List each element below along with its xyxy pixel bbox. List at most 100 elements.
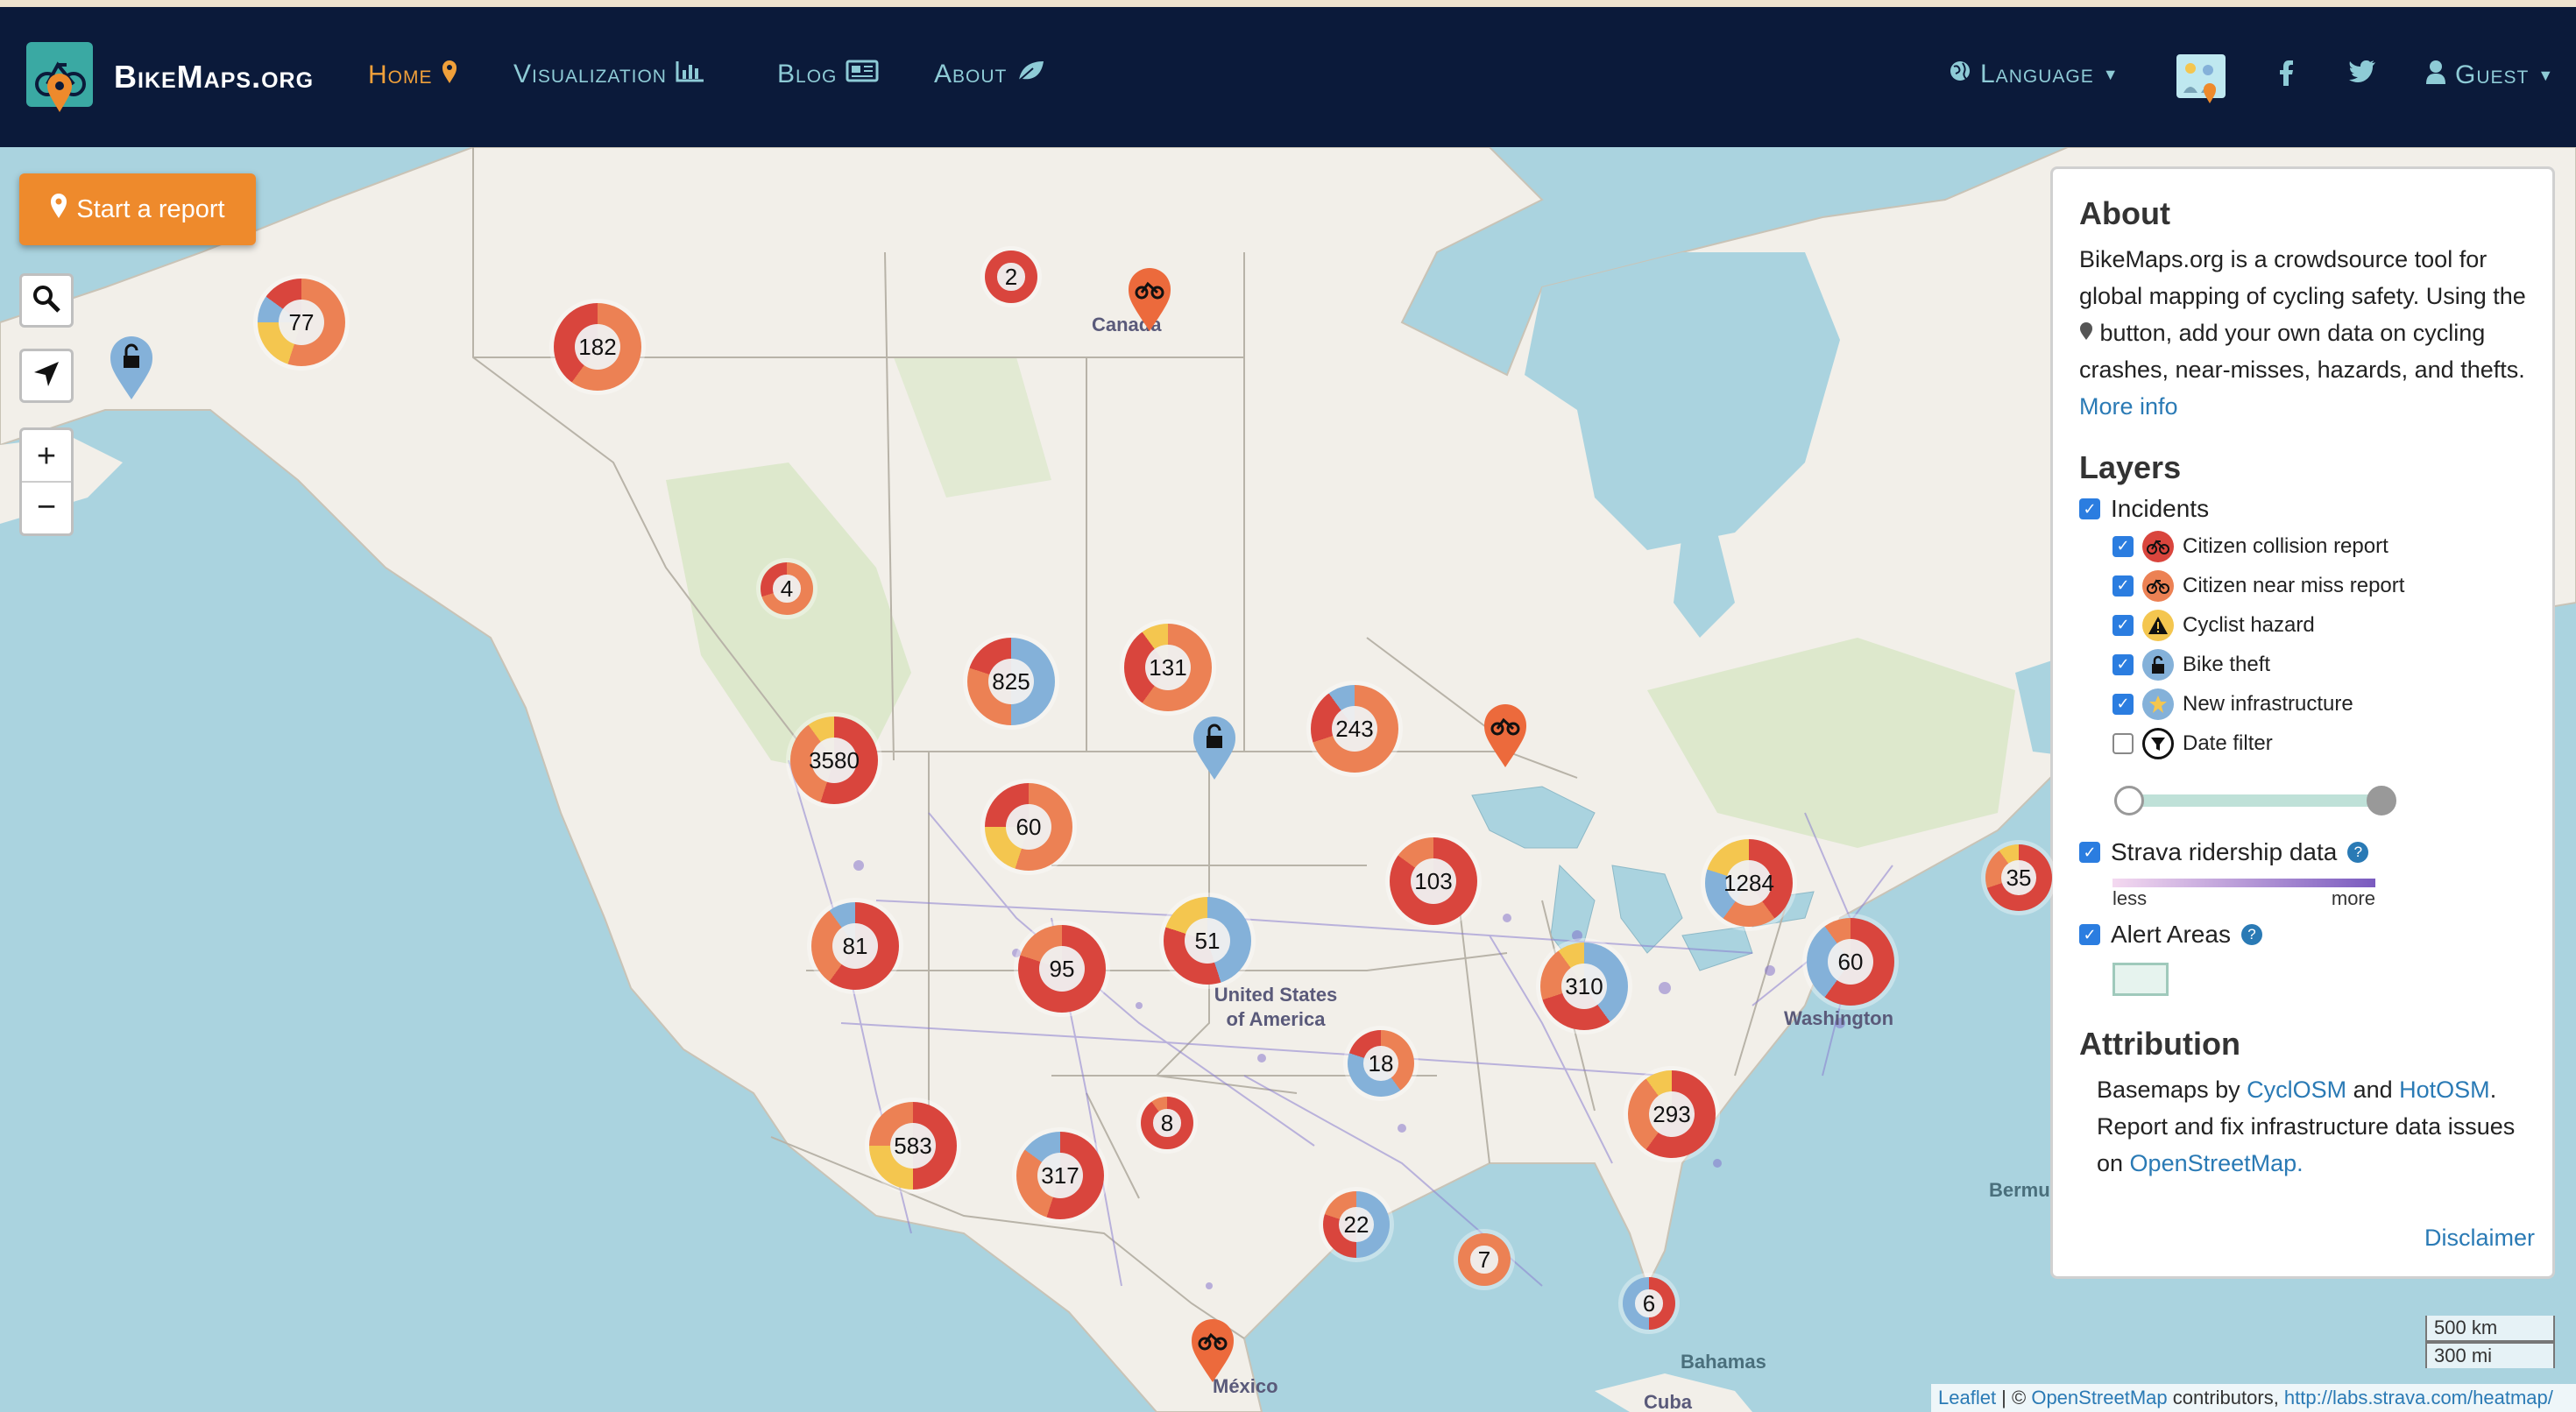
incident-cluster[interactable]: 77 (258, 279, 345, 366)
collision-icon (2142, 530, 2174, 562)
about-text-1: BikeMaps.org is a crowdsource tool for g… (2079, 246, 2526, 309)
sub-layer-toggle[interactable]: ✓ Citizen collision report (2112, 526, 2526, 566)
slider-handle-start[interactable] (2114, 786, 2144, 815)
cluster-count: 310 (1565, 972, 1603, 999)
incident-cluster[interactable]: 2 (985, 251, 1037, 303)
start-report-button[interactable]: Start a report (19, 173, 256, 245)
strava-legend-labels: less more (2112, 887, 2375, 910)
checkbox-checked[interactable]: ✓ (2112, 653, 2134, 675)
checkbox-checked[interactable]: ✓ (2079, 924, 2100, 945)
sub-layer-toggle[interactable]: ✓ Cyclist hazard (2112, 605, 2526, 645)
cluster-count: 95 (1049, 955, 1075, 982)
incident-cluster[interactable]: 95 (1018, 925, 1106, 1013)
incident-cluster[interactable]: 22 (1323, 1191, 1390, 1258)
incident-cluster[interactable]: 103 (1390, 837, 1477, 925)
checkbox-checked[interactable]: ✓ (2112, 575, 2134, 597)
slider-handle-end[interactable] (2367, 786, 2396, 815)
incidents-toggle[interactable]: ✓ Incidents (2079, 495, 2526, 523)
user-map-icon[interactable] (2175, 49, 2227, 105)
date-range-slider[interactable] (2114, 780, 2396, 819)
brand[interactable]: BikeMaps.org (25, 40, 314, 114)
help-icon[interactable]: ? (2347, 842, 2369, 863)
incident-cluster[interactable]: 583 (869, 1102, 957, 1190)
cyclosm-link[interactable]: CyclOSM (2247, 1077, 2346, 1103)
checkbox-checked[interactable]: ✓ (2079, 498, 2100, 519)
layers-title: Layers (2079, 449, 2182, 485)
nav-about[interactable]: About (934, 60, 1045, 89)
zoom-out-button[interactable]: − (22, 483, 71, 532)
date-filter-toggle[interactable]: Date filter (2112, 724, 2526, 763)
place-bahamas: Bahamas (1681, 1351, 1766, 1373)
map-pin-icon (50, 193, 67, 226)
leaflet-link[interactable]: Leaflet (1938, 1387, 1996, 1408)
zoom-control: + − (19, 427, 74, 536)
gulf-of-california (876, 1216, 964, 1365)
incident-cluster[interactable]: 18 (1348, 1030, 1414, 1097)
twitter-icon[interactable] (2348, 60, 2376, 82)
incident-cluster[interactable]: 825 (967, 638, 1055, 725)
nav-visualization-label: Visualization (513, 60, 667, 88)
guest-dropdown[interactable]: Guest ▼ (2425, 60, 2554, 91)
incident-cluster[interactable]: 6 (1623, 1277, 1675, 1330)
sub-layer-toggle[interactable]: ✓ Citizen near miss report (2112, 566, 2526, 605)
sub-layer-toggle[interactable]: ✓ Bike theft (2112, 645, 2526, 684)
alert-areas-toggle[interactable]: ✓ Alert Areas ? (2079, 921, 2526, 949)
brand-name: BikeMaps.org (114, 59, 315, 95)
incident-cluster[interactable]: 60 (985, 783, 1072, 871)
incident-cluster[interactable]: 8 (1141, 1097, 1193, 1149)
incident-cluster[interactable]: 317 (1016, 1132, 1104, 1219)
cluster-count: 7 (1477, 1246, 1491, 1273)
openstreetmap-link[interactable]: OpenStreetMap. (2130, 1150, 2304, 1176)
disclaimer-link[interactable]: Disclaimer (2424, 1225, 2535, 1251)
nav-visualization[interactable]: Visualization (513, 60, 705, 89)
incident-cluster[interactable]: 182 (554, 303, 641, 391)
help-icon[interactable]: ? (2240, 924, 2262, 945)
zoom-in-button[interactable]: + (22, 432, 71, 481)
about-title: About (2079, 195, 2170, 231)
checkbox-checked[interactable]: ✓ (2112, 693, 2134, 715)
osm-link[interactable]: OpenStreetMap (2031, 1387, 2167, 1408)
strava-toggle[interactable]: ✓ Strava ridership data ? (2079, 838, 2526, 866)
checkbox-checked[interactable]: ✓ (2079, 842, 2100, 863)
more-info-link[interactable]: More info (2079, 393, 2178, 420)
strava-link[interactable]: http://labs.strava.com/heatmap/ (2284, 1387, 2553, 1408)
infrastructure-icon (2142, 688, 2174, 720)
nav-blog-label: Blog (777, 60, 838, 88)
search-button[interactable] (19, 273, 74, 328)
checkbox-unchecked[interactable] (2112, 732, 2134, 754)
about-text: BikeMaps.org is a crowdsource tool for g… (2079, 241, 2526, 425)
sub-layer-toggle[interactable]: ✓ New infrastructure (2112, 684, 2526, 724)
place-cuba: Cuba (1644, 1391, 1692, 1412)
incident-cluster[interactable]: 310 (1540, 943, 1628, 1030)
incident-cluster[interactable]: 1284 (1705, 839, 1793, 927)
hotosm-link[interactable]: HotOSM (2399, 1077, 2490, 1103)
incident-cluster[interactable]: 293 (1628, 1070, 1716, 1158)
cluster-count: 6 (1642, 1289, 1656, 1317)
nav-blog[interactable]: Blog (777, 60, 879, 89)
cluster-count: 2 (1004, 263, 1018, 290)
incident-cluster[interactable]: 243 (1311, 685, 1398, 773)
incident-cluster[interactable]: 35 (1985, 844, 2052, 911)
incident-cluster[interactable]: 81 (811, 902, 899, 990)
incident-cluster[interactable]: 3580 (790, 717, 878, 804)
language-label: Language (1980, 60, 2094, 88)
incident-cluster[interactable]: 4 (761, 562, 813, 615)
incident-cluster[interactable]: 131 (1124, 624, 1212, 711)
incident-cluster[interactable]: 60 (1807, 918, 1894, 1006)
checkbox-checked[interactable]: ✓ (2112, 535, 2134, 557)
checkbox-checked[interactable]: ✓ (2112, 614, 2134, 636)
search-icon (32, 284, 61, 318)
locate-button[interactable] (19, 349, 74, 403)
cluster-count: 243 (1335, 715, 1374, 742)
nav-home[interactable]: Home (368, 60, 457, 90)
map-pin-icon (442, 60, 457, 90)
cluster-count: 3580 (809, 746, 860, 773)
facebook-icon[interactable] (2278, 60, 2294, 86)
incident-cluster[interactable]: 7 (1458, 1233, 1511, 1286)
cluster-count: 8 (1160, 1109, 1174, 1136)
language-dropdown[interactable]: Language ▼ (1949, 60, 2120, 89)
incident-cluster[interactable]: 51 (1164, 897, 1251, 985)
guest-label: Guest (2455, 60, 2530, 89)
less-label: less (2112, 887, 2148, 909)
cluster-count: 51 (1194, 927, 1221, 954)
